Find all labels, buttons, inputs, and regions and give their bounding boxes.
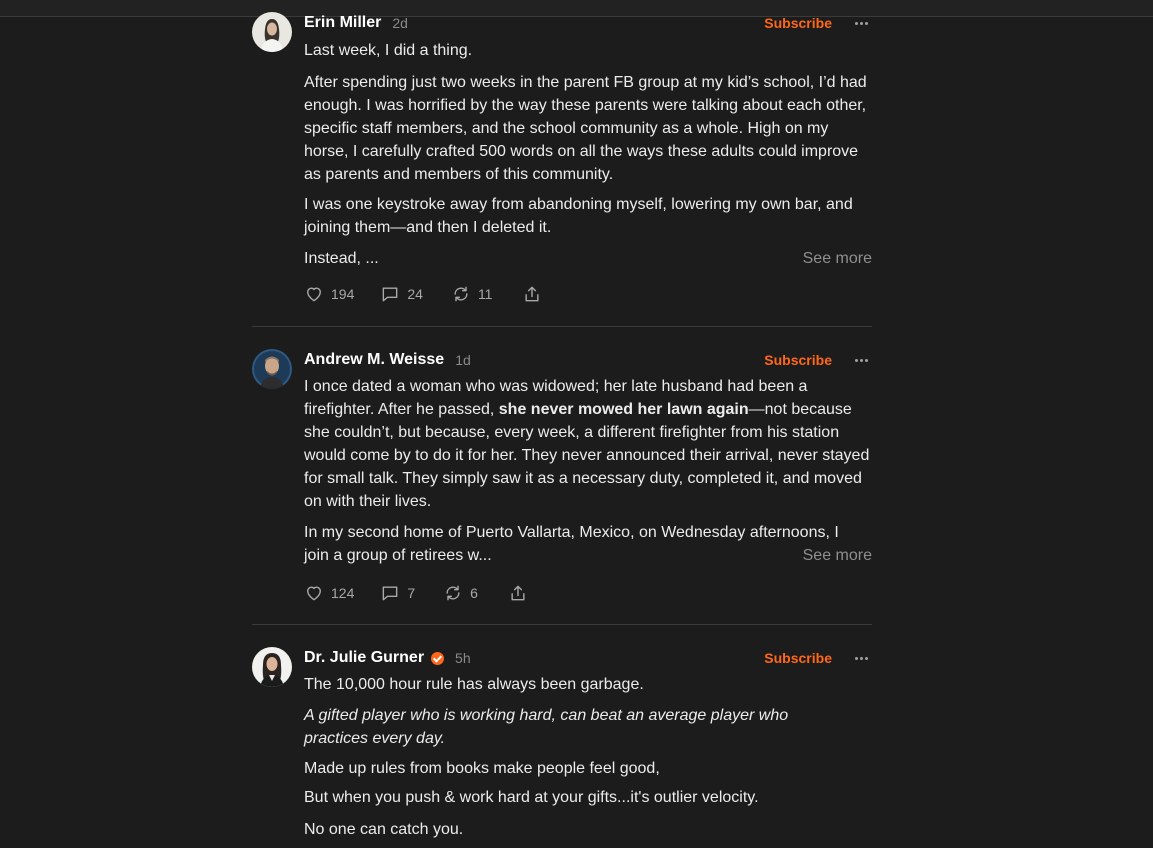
comment-count: 7: [407, 585, 416, 601]
post-actions: 124 7 6: [304, 582, 528, 604]
like-count: 124: [331, 585, 355, 601]
see-more-link[interactable]: See more: [803, 544, 872, 567]
post-paragraph: Last week, I did a thing.: [304, 42, 473, 59]
ellipsis-icon[interactable]: [850, 650, 872, 666]
post-time[interactable]: 1d: [455, 352, 471, 368]
ellipsis-icon[interactable]: [850, 352, 872, 368]
note-post: Dr. Julie Gurner 5h Subscribe The 10,000…: [252, 624, 872, 847]
avatar[interactable]: [252, 349, 292, 389]
note-post: Andrew M. Weisse 1d Subscribe I once dat…: [252, 326, 872, 624]
verified-check-badge-icon: [431, 651, 445, 665]
restack-count: 11: [477, 286, 493, 302]
share-upload-icon: [511, 585, 525, 601]
post-header: Erin Miller 2d Subscribe: [304, 12, 872, 34]
restack-count: 6: [470, 585, 478, 601]
post-header: Dr. Julie Gurner 5h Subscribe: [304, 647, 872, 669]
share-button[interactable]: [508, 583, 528, 603]
share-upload-icon: [525, 286, 540, 302]
see-more-link[interactable]: See more: [803, 247, 872, 270]
restack-button[interactable]: 11: [451, 284, 493, 304]
author-name[interactable]: Erin Miller: [304, 14, 381, 32]
heart-icon: [307, 287, 321, 302]
comment-button[interactable]: 24: [380, 284, 423, 304]
post-body: I once dated a woman who was widowed; he…: [304, 375, 872, 567]
post-paragraph: I once dated a woman who was widowed; he…: [304, 375, 872, 513]
post-paragraph: After spending just two weeks in the par…: [304, 74, 867, 183]
comment-button[interactable]: 7: [380, 583, 415, 603]
post-paragraph: The 10,000 hour rule has always been gar…: [304, 676, 644, 693]
avatar[interactable]: [252, 12, 292, 52]
speech-bubble-icon: [382, 586, 398, 601]
restack-arrows-icon: [454, 286, 468, 302]
author-name[interactable]: Andrew M. Weisse: [304, 351, 444, 369]
subscribe-button[interactable]: Subscribe: [764, 15, 832, 31]
note-post: Erin Miller 2d Subscribe Last week, I di…: [252, 0, 872, 326]
post-actions: 194 24 11: [304, 283, 542, 305]
post-paragraph: A gifted player who is working hard, can…: [304, 707, 789, 747]
speech-bubble-icon: [382, 287, 398, 302]
post-paragraph: But when you push & work hard at your gi…: [304, 789, 759, 806]
truncated-text: Instead, ...: [304, 250, 379, 267]
subscribe-button[interactable]: Subscribe: [764, 352, 832, 368]
subscribe-button[interactable]: Subscribe: [764, 650, 832, 666]
heart-icon: [307, 586, 321, 601]
share-button[interactable]: [522, 284, 542, 304]
truncated-text: In my second home of Puerto Vallarta, Me…: [304, 524, 839, 564]
restack-arrows-icon: [446, 585, 460, 601]
like-button[interactable]: 124: [304, 583, 354, 603]
post-paragraph: I was one keystroke away from abandoning…: [304, 196, 853, 236]
ellipsis-icon[interactable]: [850, 15, 872, 31]
post-paragraph: No one can catch you.: [304, 821, 464, 838]
post-paragraph: Made up rules from books make people fee…: [304, 760, 660, 777]
notes-feed: Erin Miller 2d Subscribe Last week, I di…: [252, 0, 872, 847]
post-body: The 10,000 hour rule has always been gar…: [304, 673, 872, 848]
post-time[interactable]: 2d: [392, 15, 408, 31]
like-count: 194: [331, 286, 355, 302]
post-body: Last week, I did a thing. After spending…: [304, 39, 872, 270]
bold-text: she never mowed her lawn again: [498, 401, 749, 418]
post-time[interactable]: 5h: [455, 650, 471, 666]
restack-button[interactable]: 6: [443, 583, 478, 603]
like-button[interactable]: 194: [304, 284, 354, 304]
post-header: Andrew M. Weisse 1d Subscribe: [304, 349, 872, 371]
author-name[interactable]: Dr. Julie Gurner: [304, 649, 424, 667]
avatar[interactable]: [252, 647, 292, 687]
comment-count: 24: [407, 286, 423, 302]
